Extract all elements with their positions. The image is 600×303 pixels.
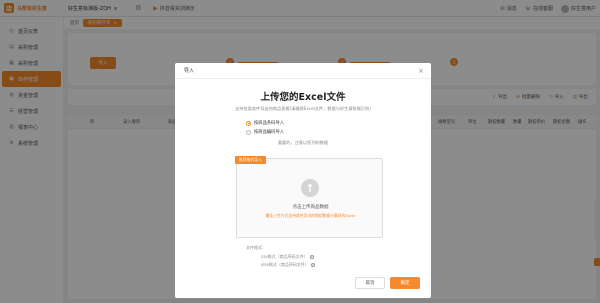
format-item: xlsx格式（商品序码文件） ? xyxy=(246,261,315,270)
file-dropzone[interactable]: 推荐格式导入 ↑ 点击上传商品数据 最佳上传方式支持软件导出的期初数据计算好的E… xyxy=(235,156,383,238)
dialog-header-title: 导入 xyxy=(184,68,195,74)
format-item: csv格式（商品序码文件） ? xyxy=(246,253,315,262)
import-dialog: 导入 × 上传您的Excel文件 支持各类软件导出的商品表格(请确保Excel文… xyxy=(175,63,431,298)
help-icon[interactable]: ? xyxy=(310,263,315,268)
radio-import-by-barcode[interactable]: 按商品条码导入 xyxy=(246,120,284,126)
cancel-button[interactable]: 取消 xyxy=(355,277,385,289)
radio-button[interactable] xyxy=(246,129,251,135)
dropzone-note: 最佳上传方式支持软件导出的期初数据计算好的Excel xyxy=(265,213,356,218)
radio-button[interactable] xyxy=(246,120,251,126)
help-icon[interactable]: ? xyxy=(309,255,314,259)
radio-label: 按商品条码导入 xyxy=(254,121,285,126)
dropzone-main-text: 点击上传商品数据 xyxy=(292,205,329,210)
close-icon[interactable]: × xyxy=(417,67,425,75)
format-label: xlsx格式（商品序码文件） xyxy=(261,262,309,267)
file-formats: 文件格式： csv格式（商品序码文件） ? xlsx格式（商品序码文件） ? xyxy=(246,244,315,270)
template-tag[interactable]: 推荐格式导入 xyxy=(235,156,266,164)
formats-title: 文件格式： xyxy=(246,245,266,250)
radio-import-by-code[interactable]: 按商品编码导入 xyxy=(246,129,284,135)
dialog-subtitle: 支持各类软件导出的商品表格(请确保Excel文件，数据与好生意智能识别) xyxy=(235,106,371,111)
dialog-header: 导入 xyxy=(175,63,431,79)
format-label: csv格式（商品序码文件） xyxy=(261,253,308,259)
confirm-button[interactable]: 确定 xyxy=(390,277,420,289)
radio-label: 按商品编码导入 xyxy=(254,130,285,135)
dialog-title: 上传您的Excel文件 xyxy=(260,92,346,103)
dialog-hint: 重要的，注意以您列的数据 xyxy=(277,140,329,145)
upload-icon: ↑ xyxy=(301,179,319,197)
